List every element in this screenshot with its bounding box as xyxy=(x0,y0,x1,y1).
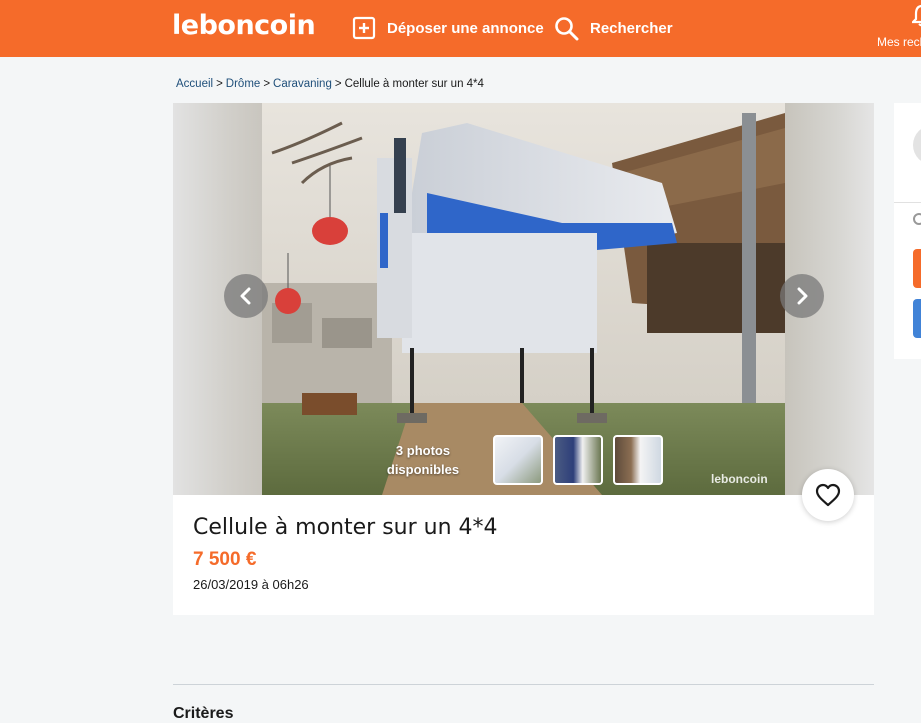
saved-searches-label: Mes rech xyxy=(877,35,921,49)
clock-icon xyxy=(913,213,921,225)
logo[interactable]: leboncoin xyxy=(172,10,316,41)
ad-price: 7 500 € xyxy=(193,549,257,570)
breadcrumb: Accueil > Drôme > Caravaning > Cellule à monte… xyxy=(176,78,484,90)
previous-photo-button[interactable] xyxy=(224,274,268,318)
seller-avatar[interactable] xyxy=(913,125,921,165)
top-header: leboncoin Déposer une annonce Rechercher… xyxy=(0,0,921,57)
photo-count-number: 3 photos xyxy=(395,443,451,458)
photo-watermark: leboncoin xyxy=(711,472,768,486)
saved-searches-button[interactable]: Mes rech xyxy=(876,4,921,52)
chevron-left-icon xyxy=(240,287,251,305)
seller-card xyxy=(894,103,921,359)
plus-square-icon xyxy=(352,16,376,40)
breadcrumb-separator: > xyxy=(334,78,342,90)
ad-title: Cellule à monter sur un 4*4 xyxy=(193,515,498,540)
photo-count-label: disponibles xyxy=(386,462,460,477)
search-icon xyxy=(555,16,579,40)
favorite-button[interactable] xyxy=(802,469,854,521)
bell-icon xyxy=(912,4,921,27)
search-label: Rechercher xyxy=(590,19,673,37)
breadcrumb-separator: > xyxy=(263,78,271,90)
ad-date: 26/03/2019 à 06h26 xyxy=(193,577,309,592)
search-button[interactable]: Rechercher xyxy=(554,14,673,42)
breadcrumb-separator: > xyxy=(216,78,223,90)
post-ad-button[interactable]: Déposer une annonce xyxy=(352,14,544,42)
message-button[interactable] xyxy=(913,299,921,338)
breadcrumb-current: Cellule à monter sur un 4*4 xyxy=(344,78,484,90)
photo-count: 3 photos disponibles xyxy=(380,441,466,479)
photo-thumbnail[interactable] xyxy=(613,435,663,485)
post-ad-label: Déposer une annonce xyxy=(387,19,544,37)
photo-gallery: 3 photos disponibles leboncoin xyxy=(173,103,874,495)
breadcrumb-region[interactable]: Drôme xyxy=(226,78,261,90)
breadcrumb-category[interactable]: Caravaning xyxy=(273,78,332,90)
criteria-heading: Critères xyxy=(173,705,234,722)
contact-button[interactable] xyxy=(913,249,921,288)
chevron-right-icon xyxy=(797,287,808,305)
ad-summary-card: Cellule à monter sur un 4*4 7 500 € 26/0… xyxy=(173,495,874,615)
breadcrumb-home[interactable]: Accueil xyxy=(176,78,213,90)
photo-thumbnail[interactable] xyxy=(493,435,543,485)
seller-card-divider xyxy=(894,202,921,203)
next-photo-button[interactable] xyxy=(780,274,824,318)
heart-icon xyxy=(815,483,841,507)
photo-thumbnail[interactable] xyxy=(553,435,603,485)
section-divider xyxy=(173,684,874,685)
